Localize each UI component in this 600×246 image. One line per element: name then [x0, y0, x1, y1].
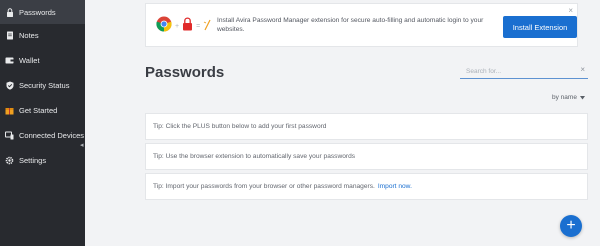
search-box: ×: [460, 64, 588, 79]
devices-icon: [5, 131, 14, 140]
wallet-icon: [5, 56, 14, 65]
gift-icon: [5, 106, 14, 115]
plus-separator-icon: +: [175, 23, 180, 30]
sidebar-item-label: Notes: [19, 30, 39, 40]
note-icon: [5, 31, 14, 40]
add-password-button[interactable]: +: [560, 215, 582, 237]
tip-card: Tip: Import your passwords from your bro…: [145, 173, 588, 200]
tip-text: Tip: Import your passwords from your bro…: [153, 183, 375, 190]
sidebar-item-security-status[interactable]: Security Status: [0, 73, 85, 97]
sparkle-icon: [203, 18, 212, 36]
chrome-logo-icon: [156, 16, 172, 37]
tip-card: Tip: Use the browser extension to automa…: [145, 143, 588, 170]
sidebar-item-label: Wallet: [19, 55, 40, 65]
lock-icon: [5, 7, 14, 17]
sidebar-item-connected-devices[interactable]: Connected Devices: [0, 123, 85, 147]
sidebar-item-passwords[interactable]: Passwords: [0, 0, 85, 24]
search-input[interactable]: [466, 66, 576, 77]
shield-check-icon: [5, 81, 14, 90]
sort-label: by name: [552, 94, 577, 101]
avira-lock-icon: [182, 17, 193, 36]
clear-search-icon[interactable]: ×: [580, 65, 585, 74]
sidebar-item-label: Get Started: [19, 105, 58, 115]
caret-down-icon: [579, 95, 585, 99]
banner-logos: + =: [156, 16, 212, 37]
main-content: + = Install Avira Password Manager exten…: [85, 0, 600, 246]
tip-card: Tip: Click the PLUS button below to add …: [145, 113, 588, 140]
equals-separator-icon: =: [196, 23, 201, 30]
sidebar-item-wallet[interactable]: Wallet: [0, 48, 85, 72]
sidebar-item-label: Settings: [19, 155, 47, 165]
tip-text: Tip: Click the PLUS button below to add …: [153, 123, 327, 130]
sidebar: Passwords Notes Wallet Security Status G…: [0, 0, 85, 246]
sidebar-item-notes[interactable]: Notes: [0, 23, 85, 47]
close-icon[interactable]: ×: [568, 6, 573, 15]
sidebar-item-label: Security Status: [19, 80, 70, 90]
sidebar-item-label: Passwords: [19, 7, 56, 17]
tip-text: Tip: Use the browser extension to automa…: [153, 153, 356, 160]
import-now-link[interactable]: Import now.: [378, 183, 412, 190]
sort-dropdown[interactable]: by name: [552, 94, 585, 101]
collapse-arrow-icon[interactable]: ◂: [80, 141, 84, 149]
page-title: Passwords: [145, 64, 225, 81]
sidebar-item-label: Connected Devices: [19, 130, 85, 140]
gear-icon: [5, 156, 14, 165]
sidebar-item-get-started[interactable]: Get Started: [0, 98, 85, 122]
banner-text: Install Avira Password Manager extension…: [217, 17, 484, 33]
install-extension-button[interactable]: Install Extension: [503, 16, 577, 38]
extension-banner: + = Install Avira Password Manager exten…: [145, 3, 578, 47]
sidebar-item-settings[interactable]: Settings: [0, 148, 85, 172]
